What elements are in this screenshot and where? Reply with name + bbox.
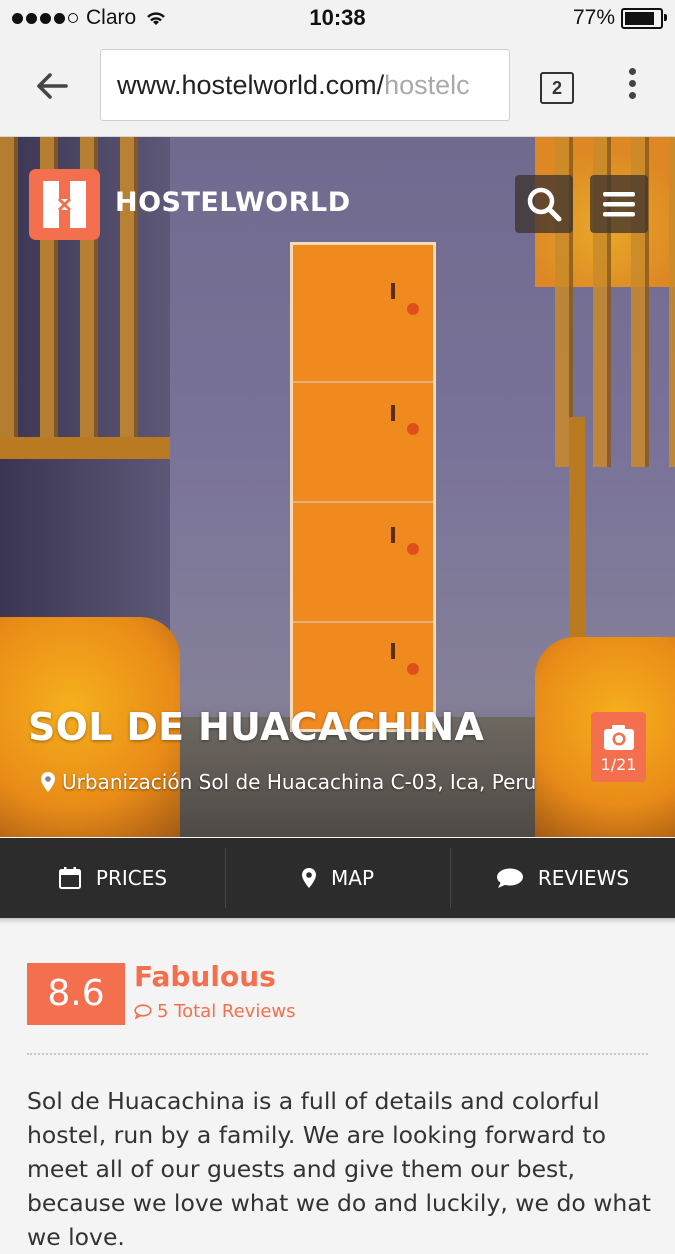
menu-button[interactable] xyxy=(590,175,648,233)
hostelworld-logo-icon[interactable] xyxy=(29,169,100,240)
status-right: 77% xyxy=(572,6,667,30)
tab-map[interactable]: MAP xyxy=(225,838,450,918)
property-description: Sol de Huacachina is a full of details a… xyxy=(27,1087,651,1251)
back-arrow-icon[interactable] xyxy=(32,66,72,106)
camera-icon xyxy=(604,725,634,750)
speech-bubble-icon xyxy=(496,868,523,888)
rating-score: 8.6 xyxy=(27,963,125,1025)
tab-prices[interactable]: PRICES xyxy=(0,838,225,918)
property-address: Urbanización Sol de Huacachina C-03, Ica… xyxy=(40,770,536,794)
divider xyxy=(27,1053,648,1055)
total-reviews-text: 5 Total Reviews xyxy=(157,1001,296,1022)
search-button[interactable] xyxy=(515,175,573,233)
property-nav: PRICES MAP REVIEWS xyxy=(0,838,675,918)
tab-reviews-label: REVIEWS xyxy=(537,866,630,890)
total-reviews-link[interactable]: 5 Total Reviews xyxy=(134,1001,296,1022)
photo-counter: 1/21 xyxy=(600,755,637,774)
tab-map-label: MAP xyxy=(331,866,374,890)
locker-illustration xyxy=(290,242,436,732)
tab-prices-label: PRICES xyxy=(95,866,168,890)
battery-icon xyxy=(621,7,667,29)
map-pin-icon xyxy=(302,868,316,888)
status-bar: Claro 10:38 77% xyxy=(0,0,675,36)
battery-percent: 77% xyxy=(572,6,615,29)
search-icon xyxy=(527,187,562,222)
kebab-menu-icon[interactable] xyxy=(626,68,638,104)
hamburger-menu-icon xyxy=(603,192,635,217)
hero-image[interactable]: HOSTELWORLD SOL DE HUACACHINA Urbanizaci… xyxy=(0,137,675,837)
location-pin-icon xyxy=(41,772,55,792)
url-text: www.hostelworld.com/ xyxy=(117,70,385,100)
brand-name[interactable]: HOSTELWORLD xyxy=(115,187,351,218)
photo-gallery-button[interactable]: 1/21 xyxy=(591,712,646,782)
comment-icon xyxy=(134,1004,152,1019)
property-title: SOL DE HUACACHINA xyxy=(28,705,485,749)
url-text-faded: hostelc xyxy=(384,70,470,100)
address-text: Urbanización Sol de Huacachina C-03, Ica… xyxy=(62,770,537,794)
tab-switcher-button[interactable]: 2 xyxy=(540,72,574,104)
calendar-icon xyxy=(58,867,81,889)
tab-reviews[interactable]: REVIEWS xyxy=(450,838,675,918)
browser-toolbar: www.hostelworld.com/hostelc 2 xyxy=(0,36,675,137)
rating-label: Fabulous xyxy=(134,960,276,993)
url-bar[interactable]: www.hostelworld.com/hostelc xyxy=(100,49,510,121)
